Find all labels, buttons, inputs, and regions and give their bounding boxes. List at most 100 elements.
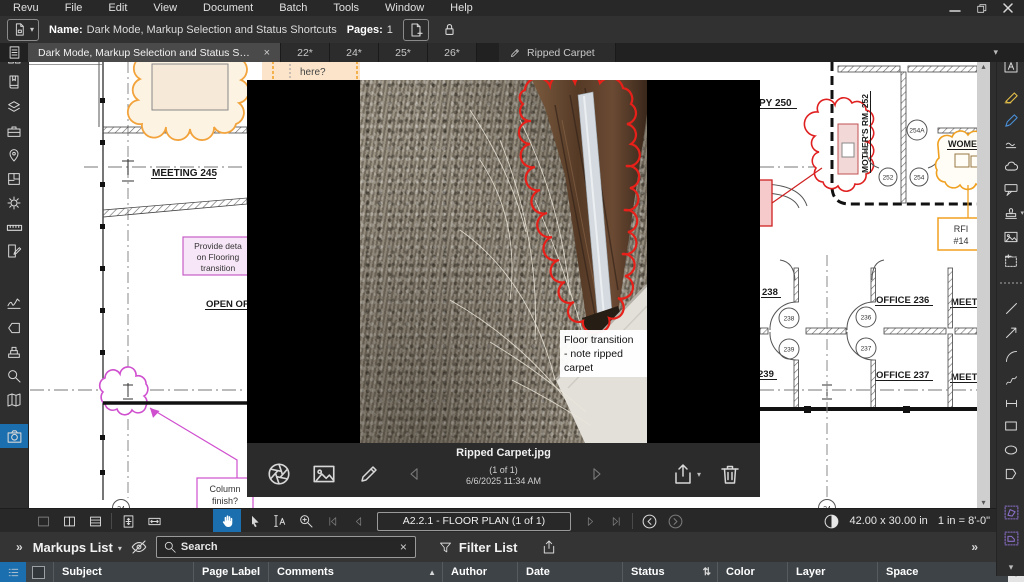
tab-22[interactable]: 22* [281,43,330,62]
text-markup-column[interactable]: Column finish? [197,478,253,512]
minimize-button[interactable] [949,2,961,14]
tool-callout[interactable] [997,178,1024,202]
panel-expand-chevrons[interactable]: » [0,540,33,554]
sidebar-tags[interactable] [0,316,28,340]
hide-markups-eye-icon[interactable] [130,538,148,556]
tool-rectangle[interactable] [997,414,1024,438]
tab-24[interactable]: 24* [330,43,379,62]
pan-tool-button-active[interactable] [213,509,241,533]
delete-image-button[interactable] [715,459,745,489]
sidebar-measurements[interactable] [0,215,28,239]
sidebar-properties[interactable] [0,191,28,215]
tool-underline[interactable] [997,131,1024,155]
tool-stamp[interactable]: ▾ [997,201,1024,225]
chevron-down-icon[interactable]: ▾ [118,544,122,553]
export-image-button[interactable]: ▾ [671,459,701,489]
menu-document[interactable]: Document [190,0,266,16]
next-image-button[interactable] [582,459,612,489]
tool-dimension[interactable] [997,391,1024,415]
tool-cloud[interactable] [997,154,1024,178]
column-page-label[interactable]: Page Label [193,562,268,582]
lock-icon[interactable] [441,21,458,38]
document-vertical-scrollbar[interactable]: ▴▾ [977,62,990,508]
search-input[interactable]: Search × [156,536,416,558]
close-button[interactable] [1002,2,1014,14]
markups-list-title[interactable]: Markups List [33,540,113,555]
column-layer[interactable]: Layer [787,562,877,582]
capture-camera-button[interactable] [264,459,294,489]
sidebar-places[interactable] [0,143,28,167]
tool-sketch-rectangle[interactable] [997,526,1024,550]
tool-arrow[interactable] [997,320,1024,344]
menu-view[interactable]: View [140,0,190,16]
fit-width-button[interactable] [141,510,167,532]
tool-more-chevron[interactable]: ▾ [997,555,1024,579]
tab-list-chevron[interactable]: ▾ [993,43,998,62]
menu-window[interactable]: Window [372,0,437,16]
column-space[interactable]: Space [877,562,967,582]
page-navigation-box[interactable]: A2.2.1 - FLOOR PLAN (1 of 1) [377,512,571,531]
tool-polygon[interactable] [997,462,1024,486]
sidebar-sets[interactable] [0,388,28,412]
add-image-button[interactable] [309,459,339,489]
clear-search-icon[interactable]: × [392,540,415,554]
sidebar-3d[interactable] [0,340,28,364]
sidebar-tool-chest[interactable] [0,119,28,143]
sidebar-bookmarks[interactable] [0,70,28,94]
column-author[interactable]: Author [442,562,517,582]
tool-highlighter[interactable] [997,84,1024,108]
select-text-button[interactable] [267,510,293,532]
column-color[interactable]: Color [717,562,787,582]
tab-active-document[interactable]: Dark Mode, Markup Selection and Status S… [28,43,281,62]
sort-ascending-icon[interactable]: ▲ [428,568,442,577]
file-menu-button[interactable]: ▾ [7,19,39,41]
tab-25[interactable]: 25* [379,43,428,62]
previous-image-button[interactable] [399,459,429,489]
next-view-button[interactable] [662,510,688,532]
first-page-button[interactable] [319,510,345,532]
tool-arc[interactable] [997,344,1024,368]
tab-close-icon[interactable]: × [264,47,270,59]
select-tool-button[interactable] [241,510,267,532]
previous-page-button[interactable] [345,510,371,532]
sidebar-spaces[interactable] [0,167,28,191]
tool-ellipse[interactable] [997,438,1024,462]
text-markup-here[interactable]: here? [262,60,360,80]
carpet-photo[interactable]: Floor transition - note ripped carpet [360,80,647,443]
split-vertical-button[interactable] [56,510,82,532]
tool-pen[interactable] [997,108,1024,132]
column-date[interactable]: Date [517,562,622,582]
filter-list-button[interactable]: Filter List [438,540,518,555]
column-subject[interactable]: Subject [53,562,193,582]
next-page-button[interactable] [577,510,603,532]
edit-image-button[interactable] [354,459,384,489]
tab-ripped-carpet[interactable]: Ripped Carpet [499,43,616,62]
export-summary-icon[interactable] [541,539,557,555]
select-all-checkbox[interactable] [32,566,45,579]
sidebar-signatures[interactable] [0,291,28,315]
markup-list-mode-button[interactable] [0,562,26,582]
menu-help[interactable]: Help [437,0,486,16]
tool-image[interactable] [997,225,1024,249]
column-status[interactable]: Status⇅ [622,562,717,582]
sidebar-search[interactable] [0,364,28,388]
menu-edit[interactable]: Edit [95,0,140,16]
sidebar-layers[interactable] [0,95,28,119]
dark-mode-contrast-icon[interactable] [823,513,840,530]
split-horizontal-button[interactable] [82,510,108,532]
zoom-tool-button[interactable] [293,510,319,532]
tool-line[interactable] [997,296,1024,320]
fit-page-button[interactable] [115,510,141,532]
menu-file[interactable]: File [52,0,96,16]
single-page-view-button[interactable] [30,510,56,532]
new-page-button[interactable] [403,19,429,41]
tool-polyline[interactable] [997,368,1024,392]
sidebar-markup-summary[interactable] [0,239,28,263]
text-markup-flooring[interactable]: Provide deta on Flooring transition [183,237,253,275]
last-page-button[interactable] [603,510,629,532]
menu-batch[interactable]: Batch [266,0,320,16]
menu-revu[interactable]: Revu [0,0,52,16]
previous-view-button[interactable] [636,510,662,532]
tool-sketch-polygon[interactable] [997,500,1024,524]
tool-snapshot[interactable] [997,249,1024,273]
